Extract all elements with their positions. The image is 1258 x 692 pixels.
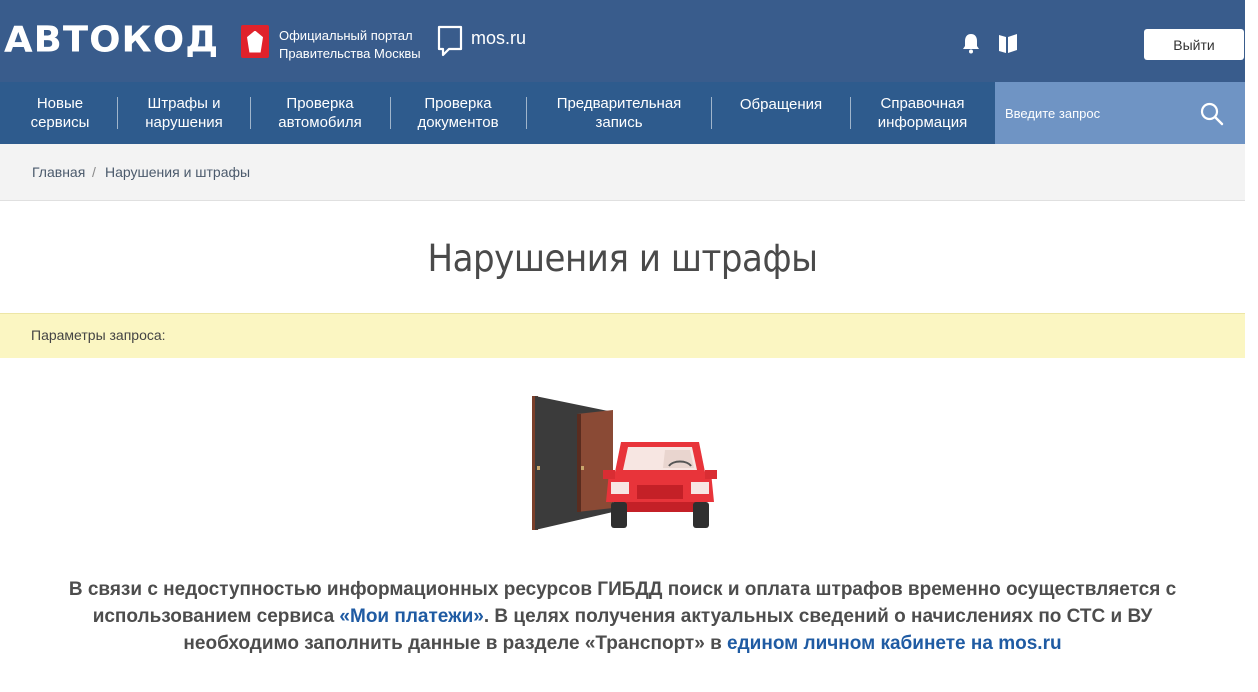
nav-divider (850, 97, 851, 129)
nav-item-reference[interactable]: Справочная информация (855, 82, 990, 144)
nav-label: Справочная (880, 95, 965, 112)
nav-label: Предварительная (556, 95, 682, 112)
nav-divider (526, 97, 527, 129)
nav-divider (117, 97, 118, 129)
red-car-icon (603, 442, 717, 528)
mos-ru-label: mos.ru (471, 28, 527, 48)
mos-ru-link[interactable]: mos.ru (437, 25, 526, 57)
page-title: Нарушения и штрафы (427, 237, 818, 280)
nav-label: нарушения (145, 114, 223, 131)
nav-item-appointment[interactable]: Предварительная запись (531, 82, 707, 144)
nav-label: документов (417, 114, 499, 131)
logout-button[interactable]: Выйти (1144, 29, 1244, 60)
query-params-label: Параметры запроса: (31, 327, 166, 343)
search-input[interactable] (1005, 98, 1195, 128)
service-notice: В связи с недоступностью информационных … (60, 576, 1185, 657)
nav-item-car-check[interactable]: Проверка автомобиля (255, 82, 385, 144)
moscow-crest-icon (241, 25, 269, 58)
nav-label: Обращения (739, 96, 823, 113)
nav-item-appeals[interactable]: Обращения (716, 82, 846, 144)
nav-item-new-services[interactable]: Новые сервисы (8, 82, 112, 144)
nav-label: сервисы (30, 114, 90, 131)
nav-label: информация (877, 114, 968, 131)
door-car-illustration (532, 396, 717, 530)
nav-item-documents-check[interactable]: Проверка документов (395, 82, 521, 144)
nav-label: Проверка (424, 95, 492, 112)
logo-text: АВТОКОД (4, 19, 220, 60)
search-icon[interactable] (1199, 101, 1225, 127)
mos-ru-cabinet-link[interactable]: едином личном кабинете на mos.ru (727, 633, 1062, 654)
query-params-bar: Параметры запроса: (0, 313, 1245, 358)
avtokod-logo[interactable]: АВТОКОД (4, 22, 219, 58)
breadcrumb-current: Нарушения и штрафы (105, 164, 251, 180)
book-icon[interactable] (997, 32, 1019, 54)
nav-item-fines[interactable]: Штрафы и нарушения (122, 82, 246, 144)
portal-line-1: Официальный портал (279, 28, 413, 43)
nav-divider (250, 97, 251, 129)
open-door-icon (532, 396, 613, 530)
mos-ru-speech-icon (437, 25, 463, 57)
nav-divider (711, 97, 712, 129)
main-nav: Новые сервисы Штрафы и нарушения Проверка а… (0, 82, 1245, 144)
nav-label: Новые (36, 95, 84, 112)
breadcrumb-home-link[interactable]: Главная (32, 164, 85, 180)
nav-label: запись (595, 114, 643, 131)
my-payments-link[interactable]: «Мои платежи» (339, 606, 483, 627)
portal-caption: Официальный портал Правительства Москвы (279, 27, 421, 63)
top-header: АВТОКОД Официальный портал Правительства… (0, 0, 1245, 82)
breadcrumb: Главная / Нарушения и штрафы (0, 144, 1245, 201)
bell-icon[interactable] (960, 32, 982, 54)
breadcrumb-separator: / (92, 164, 96, 180)
nav-label: Проверка (286, 95, 354, 112)
nav-divider (390, 97, 391, 129)
nav-label: Штрафы и (147, 95, 221, 112)
nav-label: автомобиля (278, 114, 362, 131)
search-box (995, 82, 1245, 144)
portal-line-2: Правительства Москвы (279, 46, 421, 61)
